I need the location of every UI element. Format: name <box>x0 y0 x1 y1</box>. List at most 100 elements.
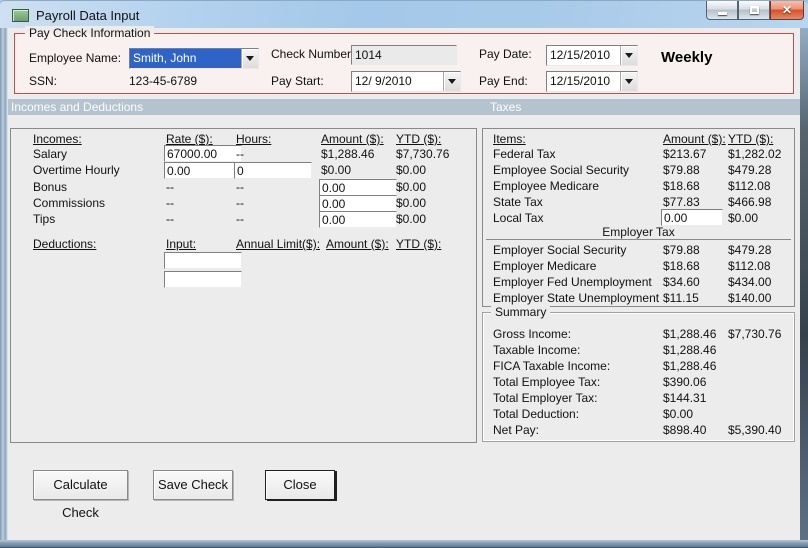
employee-name-value: Smith, John <box>130 49 241 68</box>
employee-ss-amount: $79.88 <box>663 163 700 177</box>
employee-ss-row: Employee Social Security $79.88 $479.28 <box>483 163 794 179</box>
payroll-dialog-window: Payroll Data Input ✕ Pay Check Informati… <box>0 0 808 548</box>
chevron-down-icon <box>246 56 254 61</box>
tips-label: Tips <box>33 212 56 226</box>
app-form-icon <box>12 9 29 22</box>
window-title: Payroll Data Input <box>36 8 140 23</box>
chevron-down-icon <box>625 53 633 58</box>
total-employee-tax-amount: $390.06 <box>663 375 707 389</box>
chevron-down-icon <box>448 79 456 84</box>
total-deduction-row: Total Deduction: $0.00 <box>483 407 794 423</box>
commissions-label: Commissions <box>33 196 106 210</box>
gross-income-ytd: $7,730.76 <box>728 327 782 341</box>
401k-input[interactable] <box>164 271 242 288</box>
pay-start-dropdown-button[interactable] <box>443 72 460 91</box>
employer-fed-unemployment-label: Employer Fed Unemployment <box>493 275 652 289</box>
incomes-col-header: Incomes: <box>33 132 82 146</box>
employer-state-unemployment-ytd: $140.00 <box>728 291 772 305</box>
employee-medicare-label: Employee Medicare <box>493 179 600 193</box>
employer-medicare-row: Employer Medicare $18.68 $112.08 <box>483 259 794 275</box>
tips-amount-input[interactable] <box>319 211 397 228</box>
maximize-button[interactable] <box>738 1 770 20</box>
gross-income-row: Gross Income: $1,288.46 $7,730.76 <box>483 327 794 343</box>
overtime-label: Overtime Hourly <box>33 163 120 177</box>
employee-name-label: Employee Name: <box>29 51 122 65</box>
taxable-income-row: Taxable Income: $1,288.46 <box>483 343 794 359</box>
paycheck-info-group: Pay Check Information Employee Name: Smi… <box>14 26 794 94</box>
calculate-check-button[interactable]: Calculate Check <box>33 470 128 520</box>
local-tax-input[interactable] <box>661 209 723 226</box>
minimize-icon <box>717 11 727 15</box>
net-pay-amount: $898.40 <box>663 423 707 437</box>
tips-rate: -- <box>166 212 174 226</box>
incomes-section-header: Incomes and Deductions <box>11 100 144 114</box>
total-employee-tax-label: Total Employee Tax: <box>493 375 601 389</box>
total-employer-tax-row: Total Employer Tax: $144.31 <box>483 391 794 407</box>
pay-date-label: Pay Date: <box>479 47 532 61</box>
net-pay-label: Net Pay: <box>493 423 540 437</box>
bonus-amount-input[interactable] <box>319 179 397 196</box>
net-pay-row: Net Pay: $898.40 $5,390.40 <box>483 423 794 439</box>
employer-ss-row: Employer Social Security $79.88 $479.28 <box>483 243 794 259</box>
paycheck-group-title: Pay Check Information <box>25 26 155 40</box>
check-number-input[interactable] <box>351 45 457 65</box>
employer-fed-unemployment-ytd: $434.00 <box>728 275 772 289</box>
salary-hours: -- <box>236 147 244 161</box>
overtime-row: Overtime Hourly $0.00 $0.00 <box>11 162 476 179</box>
employee-name-combobox[interactable]: Smith, John <box>129 48 259 69</box>
overtime-ytd: $0.00 <box>396 163 427 177</box>
taxes-section-header: Taxes <box>490 100 522 114</box>
fica-taxable-amount: $1,288.46 <box>663 359 717 373</box>
net-pay-ytd: $5,390.40 <box>728 423 782 437</box>
close-button[interactable]: ✕ <box>770 1 804 20</box>
total-deduction-label: Total Deduction: <box>493 407 580 421</box>
gross-income-amount: $1,288.46 <box>663 327 717 341</box>
employee-name-dropdown-button[interactable] <box>241 49 258 68</box>
minimize-button[interactable] <box>706 1 738 20</box>
total-employer-tax-label: Total Employer Tax: <box>493 391 598 405</box>
pay-start-datepicker[interactable]: 12/ 9/2010 <box>351 71 461 92</box>
close-icon: ✕ <box>781 3 793 17</box>
overtime-hours-input[interactable] <box>234 162 312 179</box>
close-dialog-button[interactable]: Close <box>265 470 335 500</box>
gross-income-label: Gross Income: <box>493 327 572 341</box>
commissions-amount-input[interactable] <box>319 195 397 212</box>
section-header-band: Incomes and Deductions Taxes <box>8 99 800 115</box>
employer-medicare-label: Employer Medicare <box>493 259 597 273</box>
chevron-down-icon <box>625 79 633 84</box>
health-insurance-input[interactable] <box>164 252 242 269</box>
pay-frequency-label: Weekly <box>661 49 713 66</box>
federal-tax-label: Federal Tax <box>493 147 556 161</box>
overtime-amount: $0.00 <box>321 163 352 177</box>
employer-fed-unemployment-row: Employer Fed Unemployment $34.60 $434.00 <box>483 275 794 291</box>
employer-medicare-amount: $18.68 <box>663 259 700 273</box>
salary-rate-input[interactable] <box>164 145 242 162</box>
pay-end-label: Pay End: <box>479 74 528 88</box>
taxes-panel: Items: Amount ($): YTD ($): Federal Tax … <box>482 128 795 307</box>
pay-date-datepicker[interactable]: 12/15/2010 <box>546 45 638 66</box>
tips-hours: -- <box>236 212 244 226</box>
overtime-rate-input[interactable] <box>164 162 242 179</box>
deduction-amount-col-header: Amount ($): <box>326 237 389 251</box>
local-tax-ytd: $0.00 <box>728 211 759 225</box>
title-bar[interactable]: Payroll Data Input ✕ <box>0 0 808 28</box>
save-check-button[interactable]: Save Check <box>153 470 233 500</box>
employer-medicare-ytd: $112.08 <box>728 259 771 273</box>
amount-col-header: Amount ($): <box>321 132 384 146</box>
pay-date-dropdown-button[interactable] <box>620 46 637 65</box>
employer-state-unemployment-label: Employer State Unemployment <box>493 291 660 305</box>
summary-group-title: Summary <box>491 305 551 319</box>
total-deduction-amount: $0.00 <box>663 407 694 421</box>
annual-limit-col-header: Annual Limit($): <box>236 237 321 251</box>
deduction-ytd-col-header: YTD ($): <box>396 237 442 251</box>
deductions-header-row: Deductions: Input: Annual Limit($): Amou… <box>11 237 476 253</box>
health-insurance-row <box>11 252 476 270</box>
pay-end-dropdown-button[interactable] <box>620 72 637 91</box>
pay-end-datepicker[interactable]: 12/15/2010 <box>546 71 638 92</box>
employer-ss-ytd: $479.28 <box>728 243 772 257</box>
window-controls: ✕ <box>706 1 804 20</box>
employee-medicare-row: Employee Medicare $18.68 $112.08 <box>483 179 794 195</box>
commissions-rate: -- <box>166 196 174 210</box>
pay-start-value: 12/ 9/2010 <box>355 74 412 88</box>
tax-ytd-col-header: YTD ($): <box>728 132 774 146</box>
